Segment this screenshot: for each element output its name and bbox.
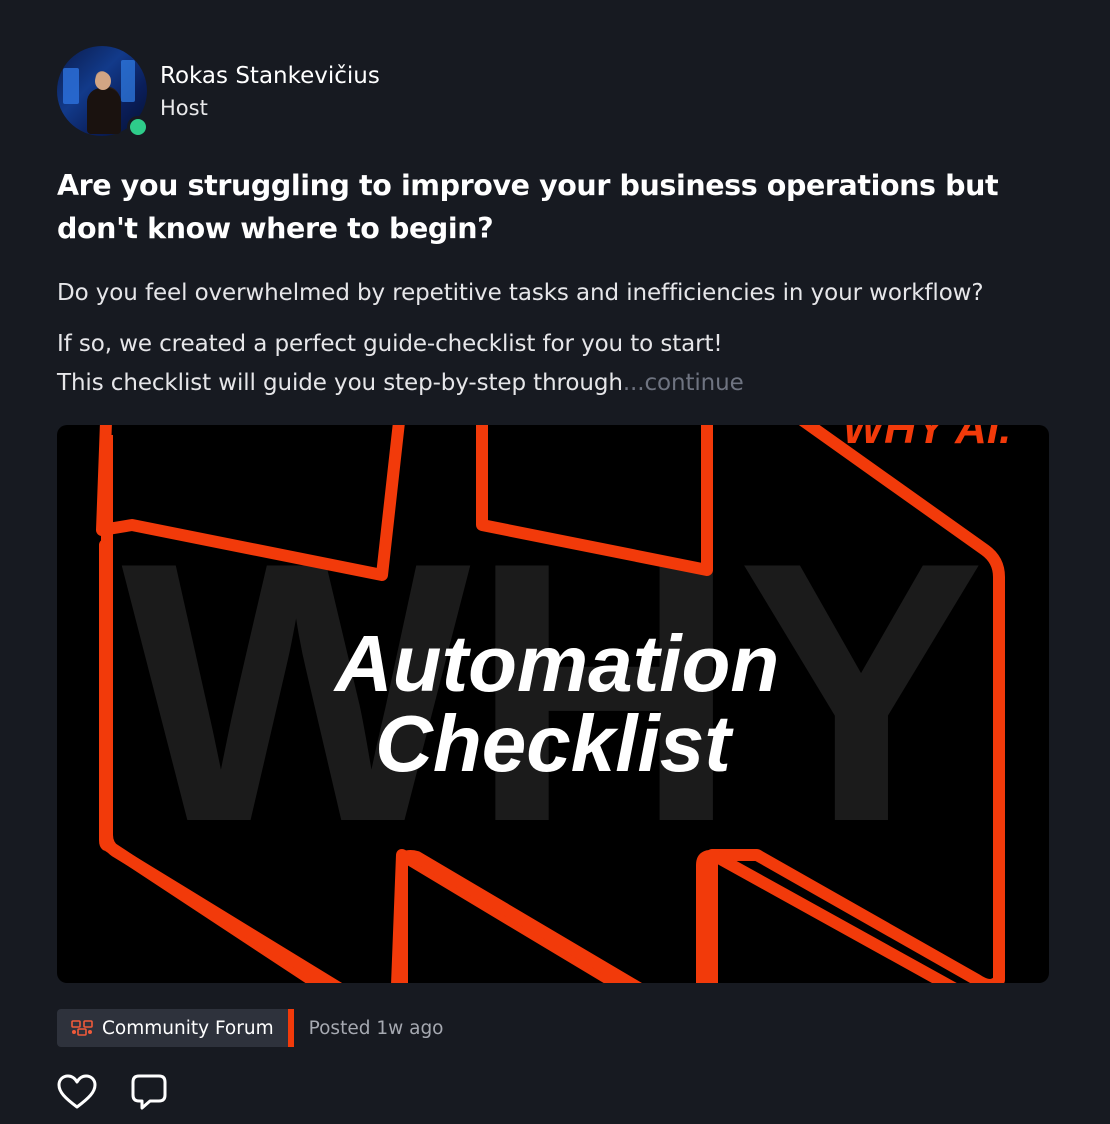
- community-forum-icon: [71, 1020, 93, 1036]
- post-body-paragraph: This checklist will guide you step-by-st…: [57, 364, 1049, 403]
- comment-button[interactable]: [129, 1072, 169, 1112]
- author-role: Host: [160, 96, 208, 120]
- author-info: Rokas Stankevičius Host: [160, 59, 380, 123]
- continue-link[interactable]: ...continue: [623, 370, 744, 396]
- post-body: Do you feel overwhelmed by repetitive ta…: [57, 274, 1049, 403]
- category-tag[interactable]: Community Forum: [57, 1009, 294, 1047]
- like-button[interactable]: [57, 1072, 97, 1112]
- banner-graphic: WHY WHY AI. Automation Checklist: [96, 425, 1012, 983]
- avatar[interactable]: [57, 46, 149, 138]
- heart-icon: [57, 1074, 97, 1109]
- banner-heading-line2: Checklist: [375, 699, 734, 788]
- post-card: Rokas Stankevičius Host Are you struggli…: [57, 46, 1049, 403]
- avatar-bg-screen: [121, 60, 135, 102]
- post-body-paragraph: If so, we created a perfect guide-checkl…: [57, 331, 723, 357]
- avatar-figure: [87, 88, 121, 134]
- banner-heading-line1: Automation: [333, 619, 779, 708]
- post-meta: Community Forum Posted 1w ago: [57, 1009, 444, 1047]
- author-row: Rokas Stankevičius Host: [57, 46, 1049, 138]
- author-name[interactable]: Rokas Stankevičius: [160, 59, 380, 93]
- online-status-indicator: [127, 116, 149, 138]
- post-banner-image[interactable]: WHY WHY AI. Automation Checklist: [57, 425, 1049, 983]
- comment-icon: [131, 1074, 167, 1110]
- banner-corner-logo: WHY AI.: [843, 425, 1012, 453]
- posted-time: Posted 1w ago: [308, 1017, 444, 1039]
- post-actions: [57, 1072, 169, 1112]
- avatar-head: [95, 72, 111, 90]
- category-tag-label: Community Forum: [102, 1017, 274, 1039]
- post-body-text: This checklist will guide you step-by-st…: [57, 370, 623, 396]
- post-body-paragraph: Do you feel overwhelmed by repetitive ta…: [57, 280, 984, 306]
- post-title[interactable]: Are you struggling to improve your busin…: [57, 164, 1049, 250]
- avatar-bg-screen: [63, 68, 79, 104]
